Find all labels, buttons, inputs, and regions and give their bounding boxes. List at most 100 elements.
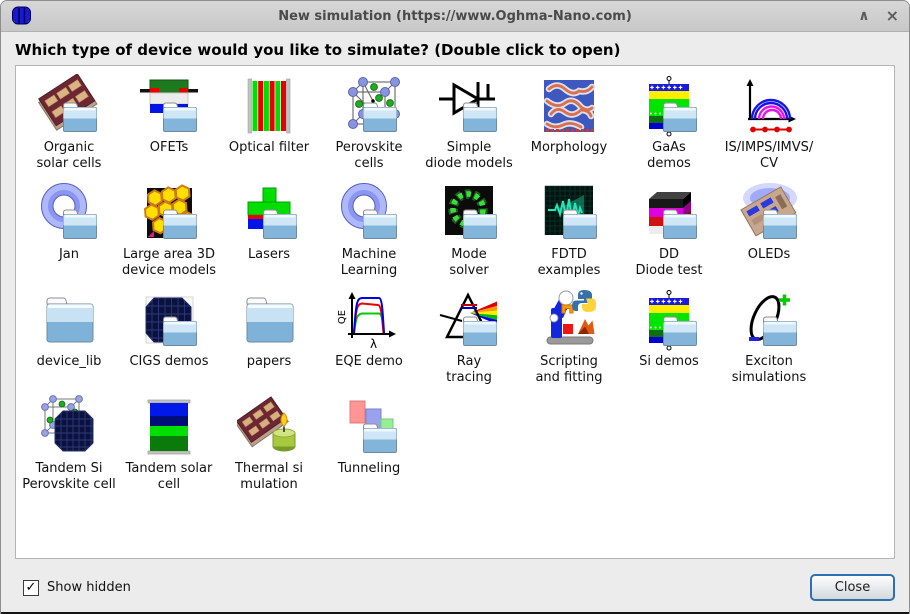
device-label-line: solar cells bbox=[36, 155, 102, 171]
device-label-line: papers bbox=[246, 354, 292, 369]
close-window-button[interactable]: × bbox=[886, 8, 899, 24]
device-label-line: simulations bbox=[731, 369, 807, 385]
device-tandem-solar-cell[interactable]: Tandem solar cell bbox=[119, 391, 219, 498]
device-dd-diode-test[interactable]: DD Diode test bbox=[619, 177, 719, 284]
device-label-line: Morphology bbox=[530, 140, 608, 155]
device-label-line: diode models bbox=[425, 155, 513, 171]
shade-window-button[interactable]: ∧ bbox=[858, 9, 869, 23]
device-label: Optical filter bbox=[229, 140, 309, 156]
device-label: papers bbox=[247, 354, 292, 370]
window-title: New simulation (https://www.Oghma-Nano.c… bbox=[278, 8, 632, 24]
device-label: Tandem Si Perovskite cell bbox=[22, 461, 116, 492]
device-label-line: Ray bbox=[456, 354, 482, 369]
close-button[interactable]: Close bbox=[810, 574, 895, 601]
device-label-line: Si demos bbox=[639, 354, 699, 369]
device-label: Large area 3D device models bbox=[122, 247, 216, 278]
tandem-lattice-panel-icon bbox=[37, 395, 101, 459]
device-label: OLEDs bbox=[748, 247, 790, 263]
device-tandem-si-perovskite-cell[interactable]: Tandem Si Perovskite cell bbox=[19, 391, 119, 498]
device-label-line: cells bbox=[354, 155, 384, 171]
device-label-line: CV bbox=[760, 155, 778, 171]
device-label-line: solver bbox=[449, 262, 489, 278]
device-mode-solver[interactable]: Mode solver bbox=[419, 177, 519, 284]
device-tunneling[interactable]: Tunneling bbox=[319, 391, 419, 498]
device-label-line: Diode test bbox=[635, 262, 703, 278]
mode-ring-icon bbox=[437, 181, 501, 245]
oled-glow-icon bbox=[737, 181, 801, 245]
device-label: Mode solver bbox=[449, 247, 488, 278]
device-label-line: Learning bbox=[340, 262, 398, 278]
show-hidden-checkbox[interactable]: ✓ bbox=[23, 579, 39, 596]
device-machine-learning[interactable]: Machine Learning bbox=[319, 177, 419, 284]
device-gaas-demos[interactable]: GaAs demos bbox=[619, 70, 719, 177]
organic-solar-cell-icon bbox=[37, 74, 101, 138]
device-scripting-and-fitting[interactable]: Scripting and fitting bbox=[519, 284, 619, 391]
device-grid: Organic solar cells OFETs Optical filter Per… bbox=[16, 66, 894, 498]
device-is-imps-imvs-cv[interactable]: IS/IMPS/IMVS/CV bbox=[719, 70, 819, 177]
device-simple-diode-models[interactable]: Simple diode models bbox=[419, 70, 519, 177]
device-jan[interactable]: Jan bbox=[19, 177, 119, 284]
device-label: Organic solar cells bbox=[37, 140, 102, 171]
device-label: Exciton simulations bbox=[732, 354, 807, 385]
device-label-line: GaAs bbox=[652, 140, 686, 155]
device-label-line: Jan bbox=[58, 247, 80, 262]
device-perovskite-cells[interactable]: Perovskite cells bbox=[319, 70, 419, 177]
device-label-line: Simple bbox=[446, 140, 492, 155]
app-icon[interactable] bbox=[11, 6, 33, 26]
device-label-line: Tandem Si bbox=[35, 461, 103, 476]
device-label: Ray tracing bbox=[446, 354, 492, 385]
device-optical-filter[interactable]: Optical filter bbox=[219, 70, 319, 177]
device-morphology[interactable]: Morphology bbox=[519, 70, 619, 177]
device-organic-solar-cells[interactable]: Organic solar cells bbox=[19, 70, 119, 177]
dialog-heading: Which type of device would you like to s… bbox=[15, 41, 621, 59]
titlebar[interactable]: New simulation (https://www.Oghma-Nano.c… bbox=[1, 1, 909, 32]
device-oleds[interactable]: OLEDs bbox=[719, 177, 819, 284]
device-exciton-simulations[interactable]: Exciton simulations bbox=[719, 284, 819, 391]
device-label-line: tracing bbox=[446, 369, 492, 385]
device-label-line: Machine bbox=[341, 247, 397, 262]
device-ofets[interactable]: OFETs bbox=[119, 70, 219, 177]
device-label-line: OFETs bbox=[149, 140, 189, 155]
device-device_lib[interactable]: device_lib bbox=[19, 284, 119, 391]
device-label-line: IS/IMPS/IMVS/ bbox=[724, 140, 814, 155]
footer-bar: ✓ Show hidden Close bbox=[1, 559, 909, 601]
device-label: Thermal si mulation bbox=[235, 461, 303, 492]
device-label-line: DD bbox=[658, 247, 680, 262]
device-thermal-simulation[interactable]: Thermal si mulation bbox=[219, 391, 319, 498]
prism-rainbow-icon bbox=[437, 288, 501, 352]
layer-stack-icon bbox=[637, 288, 701, 352]
device-label-line: Tunneling bbox=[337, 461, 401, 476]
device-eqe-demo[interactable]: QE λ EQE demo bbox=[319, 284, 419, 391]
svg-text:λ: λ bbox=[370, 337, 377, 351]
show-hidden-label: Show hidden bbox=[47, 580, 131, 595]
dd-stack-icon bbox=[637, 181, 701, 245]
device-label: DD Diode test bbox=[636, 247, 703, 278]
device-large-area-3d-device-models[interactable]: Large area 3D device models bbox=[119, 177, 219, 284]
device-label-line: Perovskite cell bbox=[22, 476, 116, 492]
show-hidden-group: ✓ Show hidden bbox=[23, 579, 131, 596]
device-label-line: Optical filter bbox=[228, 140, 310, 155]
device-label: CIGS demos bbox=[129, 354, 208, 370]
laser-mesa-icon bbox=[237, 181, 301, 245]
device-fdtd-examples[interactable]: FDTD examples bbox=[519, 177, 619, 284]
tandem-stack-icon bbox=[137, 395, 201, 459]
device-ray-tracing[interactable]: Ray tracing bbox=[419, 284, 519, 391]
device-label-line: Large area 3D bbox=[122, 247, 216, 262]
device-label-line: Exciton bbox=[745, 354, 793, 369]
device-si-demos[interactable]: Si demos bbox=[619, 284, 719, 391]
fdtd-wave-icon bbox=[537, 181, 601, 245]
device-cigs-demos[interactable]: CIGS demos bbox=[119, 284, 219, 391]
device-papers[interactable]: papers bbox=[219, 284, 319, 391]
device-lasers[interactable]: Lasers bbox=[219, 177, 319, 284]
device-label: Lasers bbox=[248, 247, 290, 263]
morphology-pattern-icon bbox=[537, 74, 601, 138]
device-label: Simple diode models bbox=[425, 140, 512, 171]
new-simulation-dialog: New simulation (https://www.Oghma-Nano.c… bbox=[0, 0, 910, 614]
device-label: Perovskite cells bbox=[335, 140, 402, 171]
device-label-line: examples bbox=[537, 262, 601, 278]
eqe-plot-icon: QE λ bbox=[337, 288, 401, 352]
device-label-line: OLEDs bbox=[747, 247, 791, 262]
device-label: Si demos bbox=[639, 354, 699, 370]
device-panel: Organic solar cells OFETs Optical filter Per… bbox=[15, 65, 895, 559]
layer-stack-icon bbox=[637, 74, 701, 138]
